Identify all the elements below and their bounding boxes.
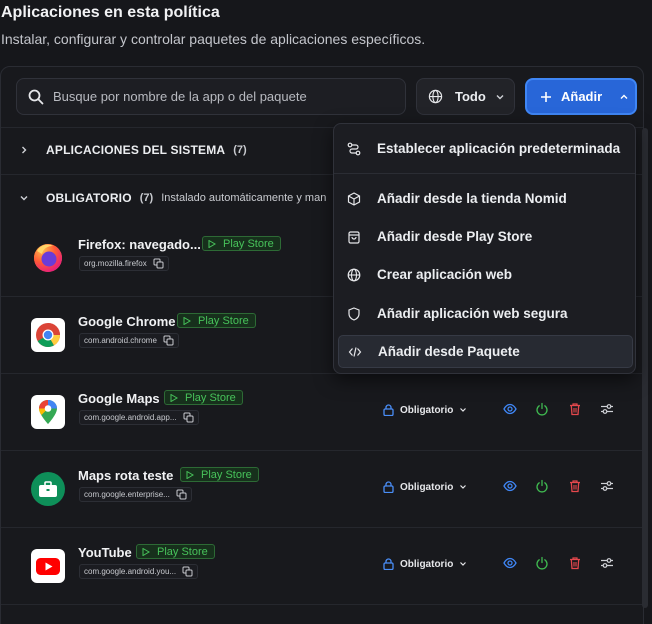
play-icon [170,393,178,402]
page-subtitle: Instalar, configurar y controlar paquete… [1,31,426,47]
shopping-bag-icon [348,230,360,244]
play-store-badge: Play Store [164,390,243,405]
play-store-badge: Play Store [136,544,215,559]
group-count: (7) [139,192,154,204]
play-icon [208,239,216,248]
play-icon [183,316,191,325]
package-name-chip[interactable]: com.google.enterprise... [79,487,192,502]
app-name: Firefox: navegado... [78,237,201,252]
eye-icon[interactable] [503,402,517,416]
menu-item-add-from-package[interactable]: Añadir desde Paquete [338,335,633,368]
chrome-icon [31,318,65,352]
chevron-down-icon [496,94,504,99]
page-title: Aplicaciones en esta política [1,4,220,21]
app-name: Maps rota teste [78,468,174,483]
policy-dropdown[interactable]: Obligatorio [383,558,467,570]
trash-icon[interactable] [568,402,582,416]
eye-icon[interactable] [503,479,517,493]
chevron-down-icon [460,408,467,412]
policy-dropdown[interactable]: Obligatorio [383,404,467,416]
chevron-down-icon [460,485,467,489]
toolbar: Todo Añadir [1,67,643,127]
app-row-google-maps[interactable]: Google Maps Play Store com.google.androi… [1,374,643,450]
youtube-icon [31,549,65,583]
app-row-maps-rota-teste[interactable]: Maps rota teste Play Store com.google.en… [1,451,643,527]
box-icon [347,191,361,206]
package-name-chip[interactable]: org.mozilla.firefox [79,256,169,271]
lock-icon [383,481,394,493]
group-name: OBLIGATORIO [46,191,132,205]
lock-icon [383,404,394,416]
filter-label: Todo [455,89,486,104]
add-button-label: Añadir [561,89,603,104]
chevron-down-icon [460,562,467,566]
search-box[interactable] [16,78,406,115]
copy-icon[interactable] [176,489,187,500]
app-row-youtube[interactable]: YouTube Play Store com.google.android.yo… [1,528,643,604]
add-menu: Establecer aplicación predeterminada Aña… [333,123,636,374]
menu-item-add-from-nomid-store[interactable]: Añadir desde la tienda Nomid [338,182,633,215]
power-icon[interactable] [535,479,549,493]
copy-icon[interactable] [183,412,194,423]
route-icon [347,142,361,155]
play-icon [142,547,150,556]
group-count: (7) [233,144,247,156]
code-icon [348,346,362,357]
play-store-badge: Play Store [202,236,281,251]
briefcase-icon [31,472,65,506]
search-input[interactable] [53,89,393,104]
package-name-chip[interactable]: com.android.chrome [79,333,179,348]
settings-sliders-icon[interactable] [600,402,614,416]
power-icon[interactable] [535,556,549,570]
policy-dropdown[interactable]: Obligatorio [383,481,467,493]
plus-icon [541,91,551,102]
copy-icon[interactable] [153,258,164,269]
menu-item-set-default-app[interactable]: Establecer aplicación predeterminada [338,132,633,165]
power-icon[interactable] [535,402,549,416]
search-icon [28,89,44,104]
chevron-up-icon [620,94,628,99]
divider [1,604,643,605]
group-description: Instalado automáticamente y man [161,192,327,204]
menu-item-add-secure-web-app[interactable]: Añadir aplicación web segura [338,297,633,330]
globe-icon [347,268,361,281]
package-name-chip[interactable]: com.google.android.app... [79,410,199,425]
firefox-icon [31,241,65,275]
menu-divider [334,173,635,174]
package-name-chip[interactable]: com.google.android.you... [79,564,199,579]
filter-dropdown[interactable]: Todo [416,78,515,115]
app-name: Google Maps [78,391,160,406]
copy-icon[interactable] [182,566,193,577]
google-maps-icon [31,395,65,429]
menu-item-add-from-play-store[interactable]: Añadir desde Play Store [338,220,633,253]
shield-icon [348,306,360,321]
settings-sliders-icon[interactable] [600,556,614,570]
play-icon [186,470,194,479]
chevron-down-icon [20,196,28,201]
menu-item-create-web-app[interactable]: Crear aplicación web [338,258,633,291]
globe-icon [428,89,443,104]
eye-icon[interactable] [503,556,517,570]
group-name: APLICACIONES DEL SISTEMA [46,143,226,157]
lock-icon [383,558,394,570]
app-name: Google Chrome [78,314,176,329]
settings-sliders-icon[interactable] [600,479,614,493]
add-button[interactable]: Añadir [525,78,637,115]
trash-icon[interactable] [568,479,582,493]
app-name: YouTube [78,545,132,560]
play-store-badge: Play Store [180,467,259,482]
play-store-badge: Play Store [177,313,256,328]
trash-icon[interactable] [568,556,582,570]
chevron-right-icon [22,146,27,154]
copy-icon[interactable] [163,335,174,346]
scrollbar[interactable] [642,128,648,608]
